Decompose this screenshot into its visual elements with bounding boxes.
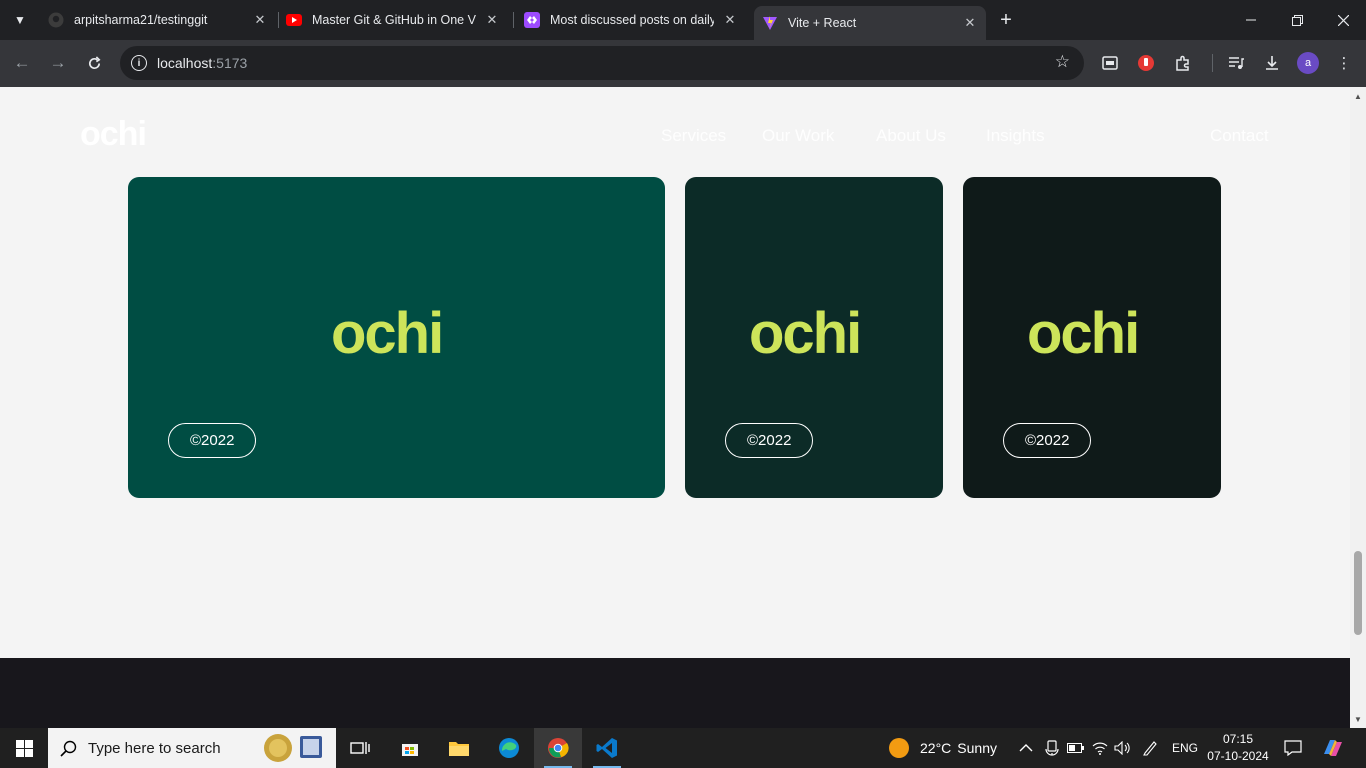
task-view-icon[interactable]: [336, 728, 384, 768]
bookmark-star-icon[interactable]: ☆: [1055, 52, 1070, 72]
project-card[interactable]: ochi ©2022: [963, 177, 1221, 498]
clock-time: 07:15: [1222, 732, 1254, 746]
browser-tab-daily-dev[interactable]: Most discussed posts on daily.d ✕: [522, 6, 744, 34]
pen-ink-workspace-icon[interactable]: [1142, 728, 1158, 768]
profile-avatar[interactable]: a: [1297, 52, 1319, 74]
scroll-up-arrow-icon[interactable]: ▲: [1350, 89, 1366, 103]
vscode-icon[interactable]: [583, 728, 631, 768]
tab-search-chevron-icon[interactable]: ▼: [8, 8, 32, 32]
nav-link-insights[interactable]: Insights: [986, 126, 1045, 146]
browser-tab-vite-react[interactable]: Vite + React ✕: [754, 6, 986, 40]
back-arrow-icon[interactable]: ←: [10, 51, 34, 75]
reload-icon[interactable]: [82, 51, 106, 75]
year-badge: ©2022: [1003, 423, 1092, 458]
toolbar-divider: [1212, 54, 1213, 72]
weather-widget[interactable]: 22°C Sunny: [889, 728, 997, 768]
site-logo[interactable]: ochi: [80, 115, 147, 154]
project-card[interactable]: ochi ©2022: [128, 177, 665, 498]
site-info-icon[interactable]: i: [131, 55, 147, 71]
nav-link-our-work[interactable]: Our Work: [762, 126, 834, 146]
nav-link-services[interactable]: Services: [661, 126, 726, 146]
tab-title: Most discussed posts on daily.d: [550, 13, 714, 27]
battery-icon[interactable]: [1067, 728, 1085, 768]
tab-divider: [278, 12, 279, 28]
close-tab-icon[interactable]: ✕: [962, 15, 978, 31]
browser-toolbar: ← → i localhost:5173 ☆ a ⋮: [0, 40, 1366, 87]
media-control-icon[interactable]: [1225, 52, 1247, 74]
close-tab-icon[interactable]: ✕: [252, 12, 268, 28]
browser-tab-youtube[interactable]: Master Git & GitHub in One Vid ✕: [284, 6, 506, 34]
volume-icon[interactable]: [1114, 728, 1130, 768]
card-logo: ochi: [331, 301, 444, 366]
page-viewport: ochi ©2022 ochi ©2022 ochi ©2022 ochi Se…: [0, 87, 1350, 728]
taskbar-clock[interactable]: 07:15 07-10-2024: [1200, 731, 1276, 765]
input-language[interactable]: ENG: [1172, 728, 1198, 768]
wifi-icon[interactable]: [1092, 728, 1108, 768]
year-badge: ©2022: [168, 423, 257, 458]
file-explorer-icon[interactable]: [435, 728, 483, 768]
weather-temp: 22°C: [920, 740, 952, 756]
project-card[interactable]: ochi ©2022: [685, 177, 943, 498]
youtube-icon: [286, 12, 302, 28]
extensions-puzzle-icon[interactable]: [1172, 52, 1194, 74]
address-url[interactable]: localhost:5173: [157, 55, 247, 71]
weather-condition: Sunny: [957, 740, 997, 756]
github-icon: [48, 12, 64, 28]
search-icon: [48, 740, 88, 757]
download-icon[interactable]: [1261, 52, 1283, 74]
browser-tab-strip: ▼ arpitsharma21/testinggit ✕ Master Git …: [0, 0, 1366, 40]
card-logo: ochi: [749, 301, 862, 366]
chrome-taskbar-icon[interactable]: [534, 728, 582, 768]
restore-window-icon[interactable]: [1274, 0, 1320, 40]
notifications-icon[interactable]: [1284, 728, 1302, 768]
meet-now-icon[interactable]: [1045, 728, 1059, 768]
browser-tab-github[interactable]: arpitsharma21/testinggit ✕: [44, 6, 274, 34]
taskbar-search-box[interactable]: Type here to search: [48, 728, 336, 768]
close-tab-icon[interactable]: ✕: [722, 12, 738, 28]
site-navbar: ochi Services Our Work About Us Insights…: [0, 87, 1350, 177]
year-badge: ©2022: [725, 423, 814, 458]
daily-dev-icon: [524, 12, 540, 28]
address-bar[interactable]: i localhost:5173 ☆: [120, 46, 1084, 80]
search-placeholder: Type here to search: [88, 739, 221, 757]
tab-title: Master Git & GitHub in One Vid: [312, 13, 476, 27]
search-highlight-illustration-icon: [262, 732, 326, 764]
show-hidden-icons-chevron-icon[interactable]: [1019, 728, 1033, 768]
microsoft-store-icon[interactable]: [386, 728, 434, 768]
nav-link-about-us[interactable]: About Us: [876, 126, 946, 146]
tab-divider: [513, 12, 514, 28]
forward-arrow-icon[interactable]: →: [46, 51, 70, 75]
minimize-window-icon[interactable]: [1228, 0, 1274, 40]
browser-menu-kebab-icon[interactable]: ⋮: [1333, 52, 1355, 74]
windows-start-icon[interactable]: [0, 728, 48, 768]
reading-mode-icon[interactable]: [1099, 52, 1121, 74]
vite-icon: [762, 15, 778, 31]
tab-title: arpitsharma21/testinggit: [74, 13, 208, 27]
edge-browser-icon[interactable]: [485, 728, 533, 768]
windows-taskbar: Type here to search 22°C Sunny ENG 07:15…: [0, 728, 1366, 768]
nav-link-contact[interactable]: Contact: [1210, 126, 1269, 146]
page-scrollbar[interactable]: ▲ ▼: [1350, 87, 1366, 728]
tab-title: Vite + React: [788, 16, 857, 30]
scroll-down-arrow-icon[interactable]: ▼: [1350, 712, 1366, 726]
adblock-extension-icon[interactable]: [1135, 52, 1157, 74]
scrollbar-thumb[interactable]: [1354, 551, 1362, 635]
url-host: localhost: [157, 55, 213, 71]
sun-weather-icon: [889, 738, 909, 758]
copilot-icon[interactable]: [1322, 728, 1344, 768]
close-tab-icon[interactable]: ✕: [484, 12, 500, 28]
dark-footer-section: [0, 658, 1350, 728]
clock-date: 07-10-2024: [1207, 749, 1269, 763]
new-tab-plus-icon[interactable]: +: [994, 8, 1018, 32]
url-port: :5173: [212, 55, 248, 71]
close-window-icon[interactable]: [1320, 0, 1366, 40]
card-logo: ochi: [1027, 301, 1140, 366]
